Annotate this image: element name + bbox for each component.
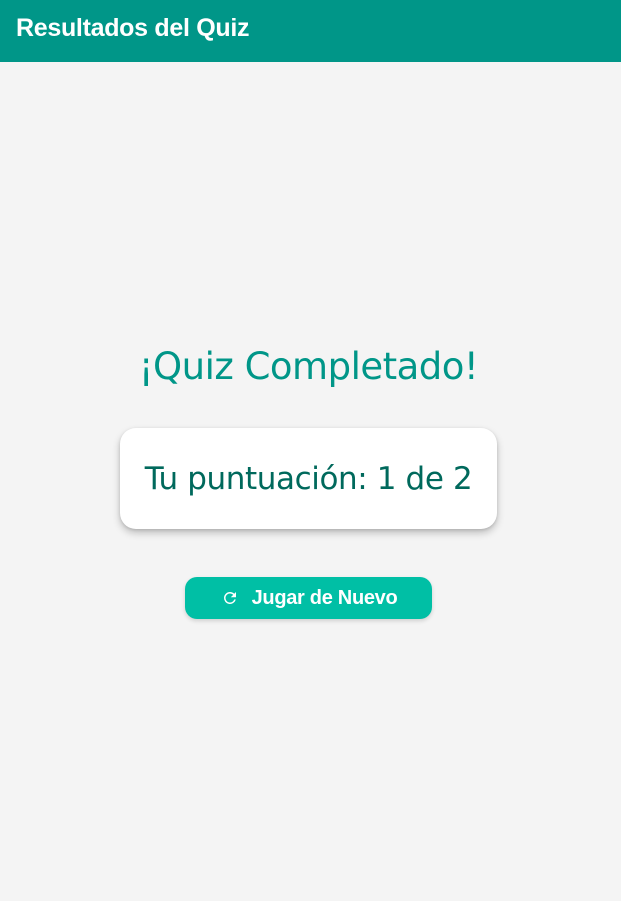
score-text: Tu puntuación: 1 de 2: [144, 460, 473, 497]
play-again-button[interactable]: Jugar de Nuevo: [185, 577, 432, 619]
completion-heading: ¡Quiz Completado!: [138, 345, 479, 388]
app-title: Resultados del Quiz: [16, 14, 250, 42]
refresh-icon: [220, 588, 240, 608]
results-content: ¡Quiz Completado! Tu puntuación: 1 de 2 …: [0, 62, 621, 901]
play-again-label: Jugar de Nuevo: [251, 586, 398, 609]
app-bar: Resultados del Quiz: [0, 0, 621, 62]
score-card: Tu puntuación: 1 de 2: [120, 428, 497, 529]
